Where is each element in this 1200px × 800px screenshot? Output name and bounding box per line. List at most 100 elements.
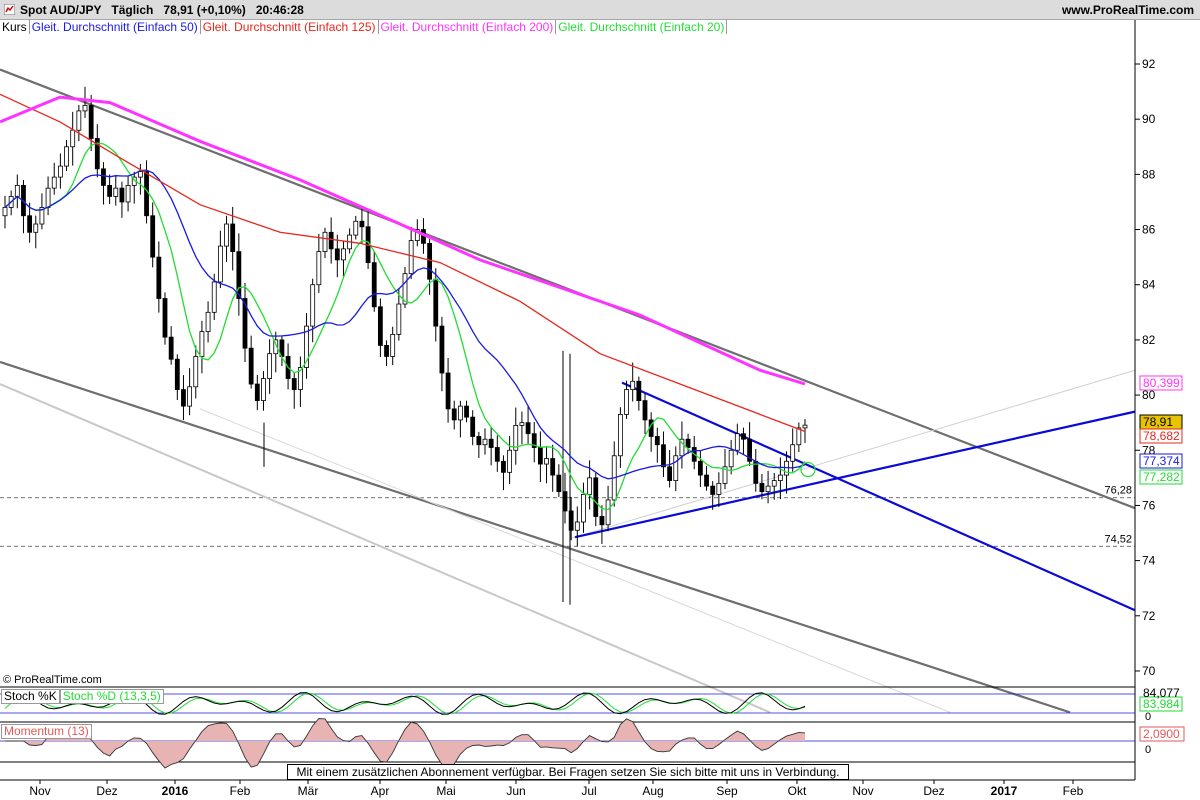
thin-support-line	[199, 408, 951, 713]
y-tick-label: 80	[1142, 388, 1156, 402]
price-tag-label: 77,374	[1143, 454, 1180, 468]
candle-body	[131, 176, 137, 186]
candle-body	[199, 331, 205, 357]
legend-ma50[interactable]: Gleit. Durchschnitt (Einfach 50)	[30, 20, 201, 34]
candle-body	[217, 245, 223, 283]
candle-body	[501, 460, 506, 473]
y-tick-label: 88	[1142, 167, 1156, 181]
x-tick-label: Nov	[29, 784, 50, 798]
lower-parallel-line	[0, 383, 771, 714]
momentum-zero-label: 0	[1145, 744, 1151, 756]
candle-body	[371, 262, 377, 308]
legend-ma125[interactable]: Gleit. Durchschnitt (Einfach 125)	[201, 20, 379, 34]
candle-body	[64, 146, 69, 167]
site-link[interactable]: www.ProRealTime.com	[1062, 3, 1194, 17]
price-tag-label: 80,399	[1143, 376, 1180, 390]
x-tick-label: Dez	[96, 784, 117, 798]
x-tick-label: Jun	[506, 784, 525, 798]
candle-body	[347, 234, 353, 250]
candle-body	[322, 231, 328, 253]
candle-body	[248, 347, 254, 385]
y-tick-label: 82	[1142, 333, 1156, 347]
candle-body	[802, 424, 808, 429]
candle-body	[76, 110, 82, 131]
legend-ma20[interactable]: Gleit. Durchschnitt (Einfach 20)	[556, 20, 728, 34]
candle-body	[156, 256, 162, 299]
candle-body	[51, 176, 57, 189]
candle-body	[679, 438, 685, 457]
triangle-support-line	[574, 410, 1136, 539]
ma200-line	[0, 95, 806, 386]
price-tag-last: 78,91	[1139, 414, 1183, 430]
stoch-k-label[interactable]: Stoch %K	[1, 689, 60, 704]
stoch-d-label[interactable]: Stoch %D (13,3,5)	[59, 689, 164, 704]
candle-body	[661, 444, 666, 468]
candle-body	[427, 242, 433, 280]
x-tick-label: 2017	[991, 784, 1018, 798]
candle-body	[279, 339, 285, 357]
candle-body	[624, 389, 629, 415]
candle-body	[384, 345, 389, 357]
price-tag-label: 78,91	[1143, 415, 1173, 429]
candle-body	[39, 207, 45, 225]
candle-body	[162, 298, 168, 338]
ma20-line	[4, 142, 806, 511]
candle-body	[45, 187, 51, 208]
momentum-area	[5, 718, 805, 768]
stoch-zero-label: 0	[1145, 711, 1151, 723]
ma125-line	[0, 93, 806, 433]
symbol-name: Spot AUD/JPY	[20, 3, 102, 17]
legend-price[interactable]: Kurs	[0, 20, 30, 34]
x-tick-label: Sep	[716, 784, 738, 798]
candle-body	[14, 184, 20, 197]
candle-body	[433, 278, 439, 327]
candle-body	[334, 248, 340, 261]
candle-body	[728, 449, 734, 468]
candle-body	[359, 220, 365, 228]
candle-body	[230, 223, 236, 253]
candle-body	[765, 485, 771, 493]
candle-body	[390, 333, 396, 357]
legend-ma200[interactable]: Gleit. Durchschnitt (Einfach 200)	[379, 20, 557, 34]
candle-body	[710, 485, 716, 495]
candle-body	[470, 416, 476, 437]
price-tag-ma20: 77,282	[1139, 469, 1183, 485]
candle-body	[224, 223, 229, 247]
candle-body	[667, 466, 673, 482]
subscription-notice[interactable]: Mit einem zusätzlichen Abonnement verfüg…	[287, 764, 849, 780]
level-label: 76,28	[1104, 485, 1132, 497]
candle-body	[328, 231, 334, 250]
price-tag-box	[1139, 375, 1183, 391]
upper-channel-line	[0, 68, 1136, 510]
candle-body	[174, 358, 180, 390]
price-chart[interactable]: 76,28 74,52 70 72 74 76 78 80 82 84 86 88 90 92 80,39…	[0, 0, 1200, 800]
candle-body	[519, 422, 525, 426]
candle-body	[187, 386, 193, 407]
candle-body	[611, 455, 617, 501]
candle-body	[273, 339, 279, 355]
candle-body	[8, 196, 14, 208]
candle-body	[531, 433, 537, 448]
momentum-label[interactable]: Momentum (13)	[1, 724, 92, 739]
candle-body	[581, 494, 586, 523]
candle-body	[94, 138, 100, 170]
candle-body	[537, 447, 543, 465]
indicator-legend: Kurs Gleit. Durchschnitt (Einfach 50) Glei…	[0, 20, 728, 35]
x-tick-label: Aug	[642, 784, 663, 798]
candle-body	[21, 184, 26, 217]
timestamp: 20:46:28	[255, 3, 304, 17]
price-axis: 70 72 74 76 78 80 82 84 86 88 90 92 80,399 78,9178,68…	[1134, 20, 1183, 780]
candle-body	[771, 480, 777, 487]
candle-body	[722, 466, 728, 484]
y-tick-label: 70	[1142, 664, 1156, 678]
candle-body	[57, 165, 63, 178]
triangle-resistance-line	[621, 381, 1136, 612]
y-tick-label: 84	[1142, 278, 1156, 292]
y-tick-label: 72	[1142, 609, 1156, 623]
candle-body	[211, 281, 217, 313]
x-tick-label: Nov	[852, 784, 873, 798]
candle-body	[27, 215, 33, 233]
x-tick-label: Apr	[371, 784, 390, 798]
candle-body	[630, 380, 636, 390]
candle-body	[70, 129, 76, 148]
